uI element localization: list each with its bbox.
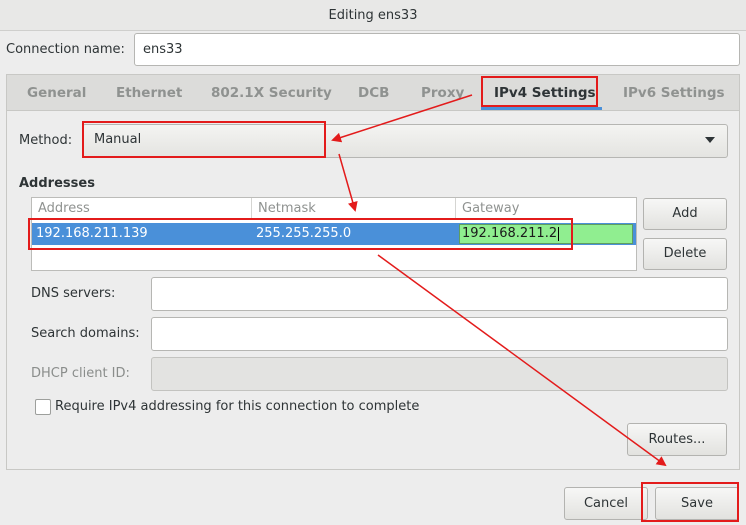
- dns-servers-input[interactable]: [151, 277, 728, 311]
- column-header-gateway[interactable]: Gateway: [456, 198, 636, 219]
- search-domains-label: Search domains:: [31, 326, 140, 341]
- dhcp-client-id-input: [151, 357, 728, 391]
- annotation-box-method: [82, 121, 326, 158]
- require-ipv4-label[interactable]: Require IPv4 addressing for this connect…: [55, 399, 419, 414]
- annotation-box-save: [641, 482, 739, 522]
- search-domains-input[interactable]: [151, 317, 728, 351]
- column-header-netmask[interactable]: Netmask: [252, 198, 456, 219]
- tab-ipv6-settings[interactable]: IPv6 Settings: [623, 84, 725, 102]
- routes-button[interactable]: Routes...: [627, 423, 727, 456]
- column-header-address[interactable]: Address: [32, 198, 252, 219]
- tab-dcb[interactable]: DCB: [358, 84, 389, 102]
- tab-8021x-security[interactable]: 802.1X Security: [211, 84, 332, 102]
- tab-general[interactable]: General: [27, 84, 86, 102]
- require-ipv4-checkbox[interactable]: [35, 399, 51, 415]
- tab-ethernet[interactable]: Ethernet: [116, 84, 182, 102]
- window-title: Editing ens33: [0, 0, 746, 31]
- dhcp-client-id-label: DHCP client ID:: [31, 366, 130, 381]
- dns-servers-label: DNS servers:: [31, 286, 116, 301]
- add-address-button[interactable]: Add: [643, 198, 727, 230]
- chevron-down-icon: [705, 137, 715, 143]
- method-label: Method:: [19, 133, 73, 148]
- addresses-heading: Addresses: [19, 176, 95, 191]
- tab-proxy[interactable]: Proxy: [421, 84, 464, 102]
- connection-name-label: Connection name:: [6, 42, 125, 57]
- delete-address-button[interactable]: Delete: [643, 238, 727, 270]
- annotation-box-address-row: [28, 218, 573, 250]
- cancel-button[interactable]: Cancel: [564, 487, 648, 520]
- annotation-box-ipv4-tab: [481, 76, 598, 107]
- connection-name-input[interactable]: [134, 33, 740, 66]
